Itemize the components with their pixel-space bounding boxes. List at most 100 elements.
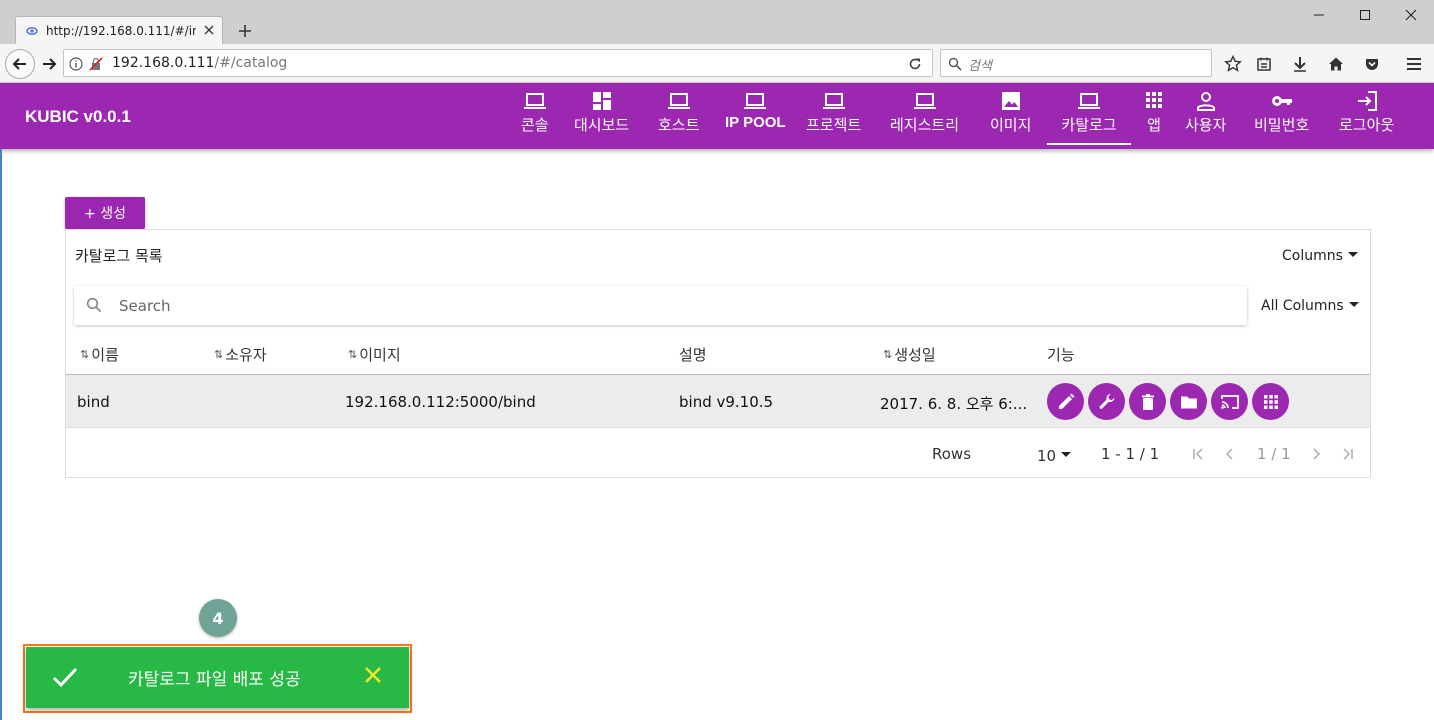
- nav-item-registry[interactable]: 레지스트리: [884, 91, 965, 145]
- exit-icon: [1357, 91, 1377, 111]
- cell-name: bind: [77, 393, 110, 411]
- settings-button[interactable]: [1088, 383, 1125, 420]
- nav-item-label: 사용자: [1185, 116, 1227, 134]
- bookmark-star-icon[interactable]: [1223, 54, 1243, 74]
- sort-icon: ⇅: [214, 348, 224, 361]
- nav-item-label: 카탈로그: [1061, 116, 1117, 134]
- header-name[interactable]: ⇅ 이름: [80, 344, 119, 365]
- laptop-icon: [1078, 93, 1100, 109]
- check-icon: [52, 666, 78, 688]
- tab-close-icon[interactable]: [202, 23, 216, 37]
- edit-icon: [1058, 393, 1074, 409]
- header-owner[interactable]: ⇅ 소유자: [214, 344, 267, 365]
- caret-down-icon: [1347, 251, 1358, 257]
- pocket-icon[interactable]: [1362, 54, 1382, 74]
- cell-image: 192.168.0.112:5000/bind: [345, 393, 536, 411]
- first-page-icon[interactable]: [1190, 446, 1206, 462]
- nav-item-console[interactable]: 콘솔: [515, 91, 555, 145]
- cast-icon: [1220, 394, 1239, 409]
- nav-item-app[interactable]: 앱: [1136, 91, 1172, 145]
- nav-item-project[interactable]: 프로젝트: [800, 91, 867, 145]
- nav-item-label: 대시보드: [574, 116, 630, 134]
- nav-item-label: 이미지: [990, 116, 1032, 134]
- sort-icon: ⇅: [348, 348, 358, 361]
- insecure-lock-icon: [86, 54, 106, 74]
- sort-icon: ⇅: [80, 348, 90, 361]
- columns-label: Columns: [1282, 248, 1343, 264]
- image-icon: [1001, 92, 1020, 110]
- toast-close-icon[interactable]: [364, 666, 382, 684]
- nav-item-label: 프로젝트: [806, 116, 862, 134]
- all-columns-dropdown[interactable]: All Columns: [1261, 298, 1359, 314]
- sort-icon: ⇅: [883, 348, 893, 361]
- laptop-icon: [913, 93, 936, 109]
- menu-icon[interactable]: [1404, 54, 1424, 74]
- nav-item-catalog[interactable]: 카탈로그: [1047, 91, 1131, 145]
- download-icon[interactable]: [1290, 54, 1310, 74]
- nav-item-user[interactable]: 사용자: [1179, 91, 1232, 145]
- range-text: 1 - 1 / 1: [1101, 445, 1160, 463]
- url-text: 192.168.0.111/#/catalog: [112, 55, 288, 71]
- home-icon[interactable]: [1326, 54, 1346, 74]
- nav-item-ip-pool[interactable]: IP POOL: [719, 91, 792, 145]
- page-indicator: 1 / 1: [1257, 445, 1291, 463]
- key-icon: [1271, 96, 1292, 106]
- window-edge: [0, 149, 2, 720]
- nav-item-logout[interactable]: 로그아웃: [1333, 91, 1400, 145]
- app-brand[interactable]: KUBIC v0.0.1: [25, 107, 131, 127]
- new-tab-icon[interactable]: [233, 19, 257, 43]
- cell-created: 2017. 6. 8. 오후 6:...: [880, 395, 1028, 413]
- edit-button[interactable]: [1047, 383, 1084, 420]
- browser-search-placeholder: 검색: [968, 59, 992, 74]
- nav-item-label: 앱: [1147, 116, 1161, 134]
- apps-button[interactable]: [1252, 383, 1289, 420]
- browser-tab[interactable]: http://192.168.0.111/#/ima: [15, 16, 223, 44]
- reload-icon[interactable]: [905, 54, 925, 74]
- nav-item-password[interactable]: 비밀번호: [1248, 91, 1315, 145]
- search-icon: [945, 54, 965, 74]
- laptop-icon: [667, 93, 690, 109]
- laptop-icon: [822, 93, 845, 109]
- nav-item-image[interactable]: 이미지: [984, 91, 1037, 145]
- laptop-icon: [744, 93, 767, 109]
- all-columns-label: All Columns: [1261, 298, 1344, 314]
- caret-down-icon: [1061, 451, 1072, 457]
- columns-dropdown[interactable]: Columns: [1282, 248, 1358, 264]
- person-icon: [1196, 92, 1215, 111]
- nav-item-label: 레지스트리: [890, 116, 960, 134]
- info-icon[interactable]: [66, 54, 86, 74]
- nav-item-host[interactable]: 호스트: [652, 91, 705, 145]
- rows-per-page-select[interactable]: 10: [1037, 447, 1072, 465]
- header-description: 설명: [679, 346, 707, 364]
- tab-title: http://192.168.0.111/#/ima: [46, 23, 196, 38]
- dashboard-icon: [592, 92, 611, 110]
- delete-button[interactable]: [1129, 383, 1166, 420]
- deploy-button[interactable]: [1211, 383, 1248, 420]
- cell-description: bind v9.10.5: [679, 393, 774, 411]
- nav-item-label: 콘솔: [521, 116, 549, 134]
- search-icon: [86, 297, 102, 313]
- prev-page-icon[interactable]: [1222, 446, 1238, 462]
- tab-favicon-icon: [26, 25, 38, 37]
- maximize-icon[interactable]: [1342, 0, 1388, 30]
- apps-icon: [1146, 92, 1162, 108]
- last-page-icon[interactable]: [1340, 446, 1356, 462]
- card-title: 카탈로그 목록: [75, 247, 163, 265]
- caret-down-icon: [1348, 301, 1359, 307]
- back-icon[interactable]: [5, 49, 35, 79]
- next-page-icon[interactable]: [1308, 446, 1324, 462]
- header-created[interactable]: ⇅ 생성일: [883, 344, 936, 365]
- table-search-input[interactable]: Search: [74, 286, 1247, 325]
- step-badge: 4: [199, 599, 237, 637]
- nav-item-label: 호스트: [658, 116, 700, 134]
- minimize-icon[interactable]: [1296, 0, 1342, 30]
- nav-item-dashboard[interactable]: 대시보드: [568, 91, 635, 145]
- nav-item-label: 로그아웃: [1339, 116, 1395, 134]
- reading-list-icon[interactable]: [1254, 54, 1274, 74]
- forward-icon[interactable]: [39, 54, 59, 74]
- nav-item-label: IP POOL: [725, 114, 786, 131]
- header-image[interactable]: ⇅ 이미지: [348, 344, 401, 365]
- create-button[interactable]: + 생성: [65, 197, 145, 229]
- folder-button[interactable]: [1170, 383, 1207, 420]
- close-window-icon[interactable]: [1388, 0, 1434, 30]
